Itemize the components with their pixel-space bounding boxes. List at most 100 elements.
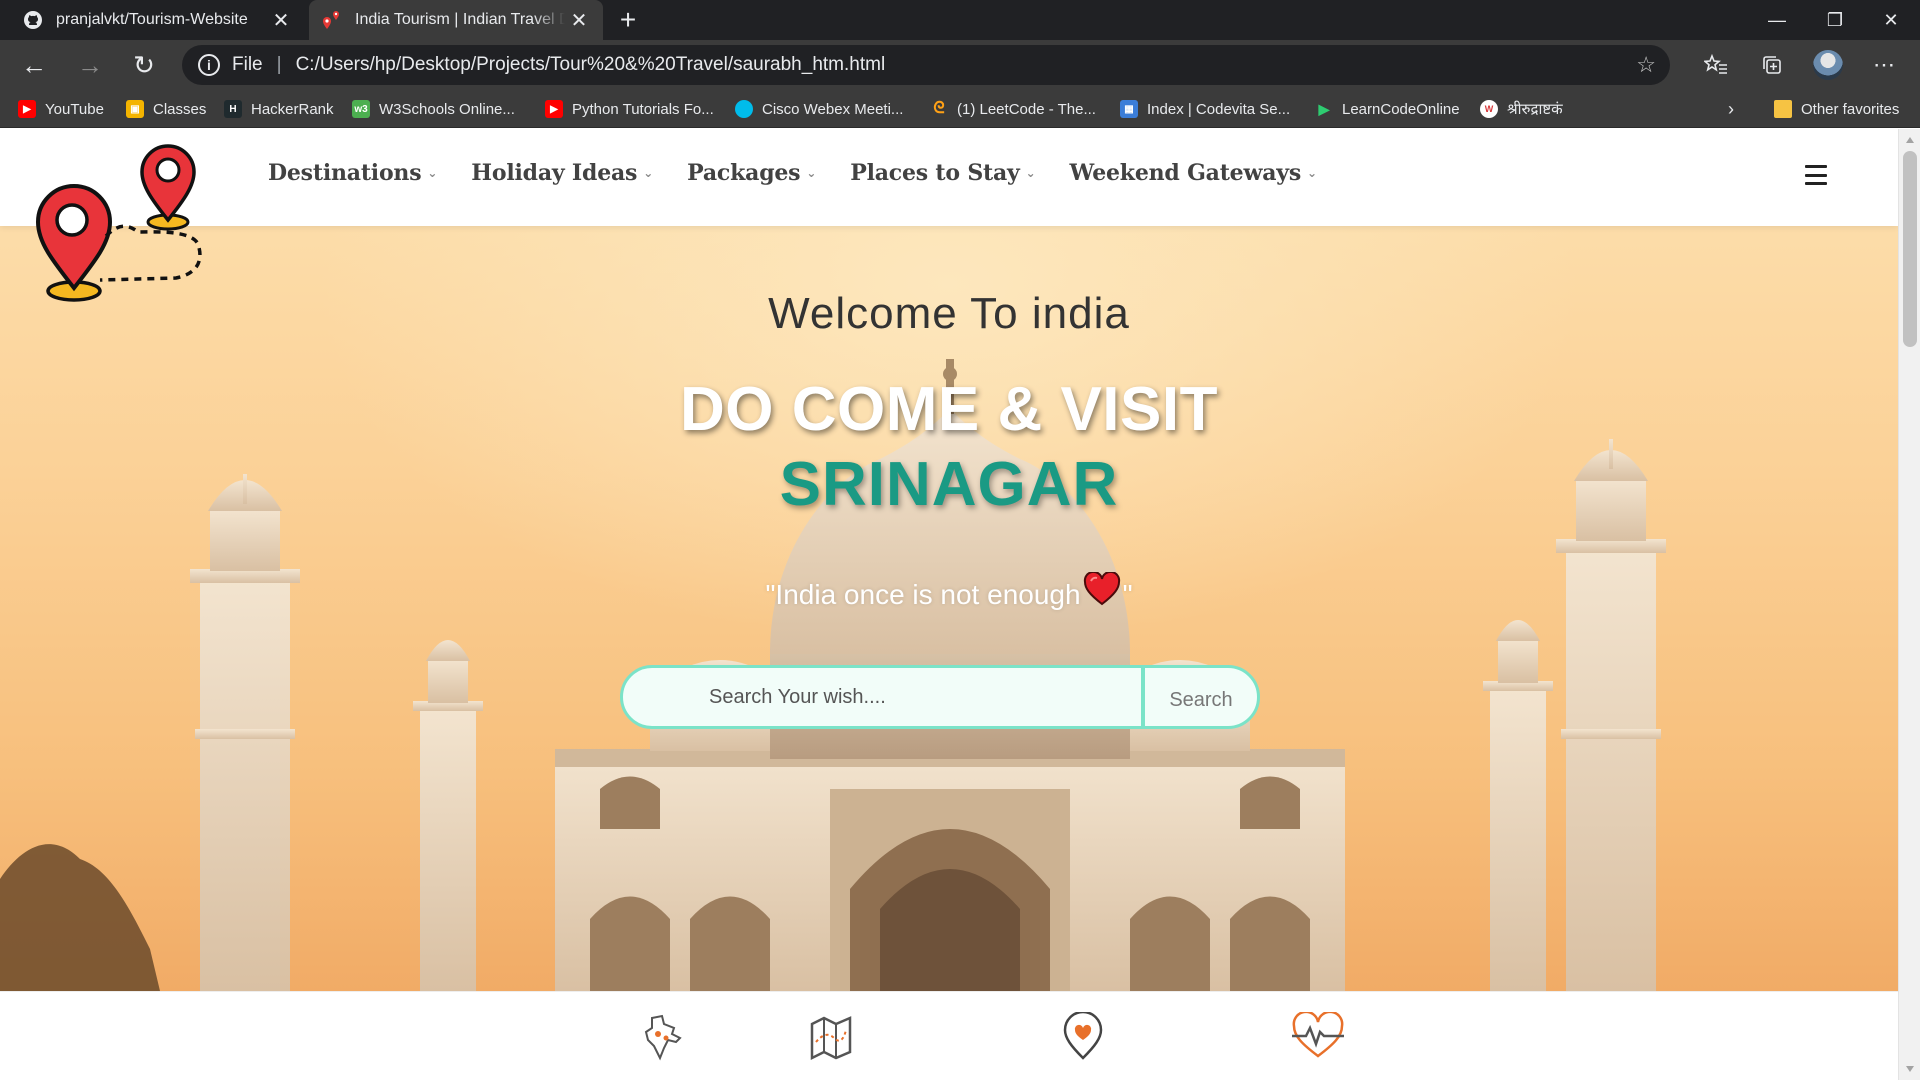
browser-tab-india-tourism[interactable]: India Tourism | Indian Travel Destinatio… bbox=[309, 0, 603, 40]
nav-places-to-stay[interactable]: Places to Stay ⌄ bbox=[850, 153, 1035, 193]
bookmark-label: Cisco Webex Meeti... bbox=[762, 100, 904, 118]
youtube-icon: ▶ bbox=[18, 100, 36, 118]
bookmark-label: LearnCodeOnline bbox=[1342, 100, 1460, 118]
browser-tab-strip: pranjalvkt/Tourism-Website ✕ India Touri… bbox=[0, 0, 1920, 40]
scrollbar-thumb[interactable] bbox=[1903, 151, 1917, 347]
chevron-down-icon: ⌄ bbox=[806, 166, 817, 180]
reload-icon[interactable]: ↻ bbox=[124, 45, 164, 85]
address-bar[interactable]: i File | C:/Users/hp/Desktop/Projects/To… bbox=[182, 45, 1670, 85]
bookmark-leetcode[interactable]: ᘓ (1) LeetCode - The... bbox=[930, 90, 1096, 128]
restore-button[interactable]: ❐ bbox=[1806, 0, 1864, 40]
learncodeonline-icon: ▶ bbox=[1318, 100, 1330, 117]
collections-icon[interactable] bbox=[1752, 45, 1792, 85]
bookmark-hackerrank[interactable]: H HackerRank bbox=[224, 90, 334, 128]
search-button[interactable]: Search bbox=[1142, 665, 1260, 729]
india-map-icon[interactable] bbox=[634, 1012, 690, 1062]
folder-icon bbox=[1774, 100, 1792, 118]
more-menu-icon[interactable]: ⋯ bbox=[1864, 45, 1904, 85]
hero-section: Welcome To india DO COME & VISIT SRINAGA… bbox=[0, 129, 1898, 991]
url-scheme: File bbox=[232, 54, 263, 75]
tagline-quote: "India once is not enough " bbox=[0, 571, 1898, 613]
quote-text: "India once is not enough bbox=[765, 579, 1081, 610]
hamburger-menu-icon[interactable] bbox=[1805, 165, 1827, 185]
nav-label: Packages bbox=[687, 160, 801, 186]
webex-icon bbox=[735, 100, 753, 118]
chevron-down-icon: ⌄ bbox=[643, 166, 654, 180]
bookmark-label: W3Schools Online... bbox=[379, 100, 515, 118]
forward-arrow-icon[interactable]: → bbox=[70, 45, 110, 85]
bookmark-label: Classes bbox=[153, 100, 207, 118]
youtube-icon: ▶ bbox=[545, 100, 563, 118]
bookmark-youtube[interactable]: ▶ YouTube bbox=[18, 90, 104, 128]
bookmark-rudrashtakam[interactable]: W श्रीरुद्राष्टकं bbox=[1480, 90, 1563, 128]
folded-map-icon[interactable] bbox=[806, 1012, 862, 1062]
bookmark-w3schools[interactable]: w3 W3Schools Online... bbox=[352, 90, 515, 128]
chevron-down-icon: ⌄ bbox=[427, 166, 438, 180]
nav-destinations[interactable]: Destinations ⌄ bbox=[268, 153, 437, 193]
browser-toolbar: ← → ↻ i File | C:/Users/hp/Desktop/Proje… bbox=[0, 40, 1920, 90]
location-heart-icon[interactable] bbox=[1055, 1012, 1111, 1062]
codevita-icon: ▦ bbox=[1120, 100, 1138, 118]
heart-icon bbox=[1083, 571, 1121, 613]
minimize-button[interactable]: — bbox=[1748, 0, 1806, 40]
bookmark-learncodeonline[interactable]: ▶ LearnCodeOnline bbox=[1315, 90, 1460, 128]
bookmark-classes[interactable]: ▣ Classes bbox=[126, 90, 206, 128]
close-tab-icon[interactable]: ✕ bbox=[267, 6, 295, 34]
welcome-heading: Welcome To india bbox=[768, 289, 1130, 338]
profile-avatar[interactable] bbox=[1808, 45, 1848, 85]
main-nav: Destinations ⌄ Holiday Ideas ⌄ Packages ⌄ P… bbox=[268, 153, 1351, 193]
bookmark-other-favorites[interactable]: Other favorites bbox=[1774, 90, 1899, 128]
nav-packages[interactable]: Packages ⌄ bbox=[687, 153, 816, 193]
bookmark-label: Python Tutorials Fo... bbox=[572, 100, 714, 118]
nav-holiday-ideas[interactable]: Holiday Ideas ⌄ bbox=[471, 153, 653, 193]
w3schools-icon: w3 bbox=[352, 100, 370, 118]
back-arrow-icon[interactable]: ← bbox=[14, 45, 54, 85]
search-input[interactable] bbox=[620, 665, 1144, 729]
close-window-button[interactable]: ✕ bbox=[1862, 0, 1920, 40]
heartbeat-icon[interactable] bbox=[1290, 1012, 1346, 1062]
chevron-down-icon: ⌄ bbox=[1307, 166, 1317, 180]
bookmark-python-tutorials[interactable]: ▶ Python Tutorials Fo... bbox=[545, 90, 714, 128]
bookmark-label: YouTube bbox=[45, 100, 104, 118]
nav-label: Weekend Gateways bbox=[1069, 160, 1302, 186]
bookmark-label: (1) LeetCode - The... bbox=[957, 100, 1096, 118]
bookmark-label: Index | Codevita Se... bbox=[1147, 100, 1291, 118]
site-logo[interactable] bbox=[26, 134, 206, 306]
chevron-down-icon: ⌄ bbox=[1025, 166, 1036, 180]
nav-weekend-gateways[interactable]: Weekend Gateways ⌄ bbox=[1069, 153, 1317, 193]
info-icon[interactable]: i bbox=[198, 54, 220, 76]
nav-label: Places to Stay bbox=[850, 160, 1020, 186]
browser-tab-github[interactable]: pranjalvkt/Tourism-Website ✕ bbox=[0, 0, 305, 40]
search-form: Search bbox=[620, 665, 1260, 729]
leetcode-icon: ᘓ bbox=[933, 100, 945, 117]
map-pin-icon bbox=[321, 9, 343, 31]
bookmark-codevita[interactable]: ▦ Index | Codevita Se... bbox=[1120, 90, 1290, 128]
page-scrollbar[interactable] bbox=[1898, 129, 1920, 1080]
featured-city: SRINAGAR bbox=[779, 450, 1119, 519]
tab-title: India Tourism | Indian Travel Destinatio… bbox=[355, 11, 565, 28]
nav-label: Holiday Ideas bbox=[471, 160, 638, 186]
scroll-down-icon[interactable] bbox=[1906, 1066, 1914, 1072]
chevron-right-icon[interactable]: › bbox=[1728, 90, 1734, 128]
classroom-icon: ▣ bbox=[126, 100, 144, 118]
star-icon[interactable]: ☆ bbox=[1636, 52, 1656, 78]
scroll-up-icon[interactable] bbox=[1906, 137, 1914, 143]
new-tab-button[interactable]: + bbox=[612, 4, 644, 36]
bookmark-label: Other favorites bbox=[1801, 100, 1900, 118]
url-text[interactable]: C:/Users/hp/Desktop/Projects/Tour%20&%20… bbox=[296, 54, 886, 76]
url-separator: | bbox=[276, 54, 282, 75]
quote-close: " bbox=[1122, 579, 1133, 610]
favorites-icon[interactable] bbox=[1696, 45, 1736, 85]
nav-label: Destinations bbox=[268, 160, 422, 186]
close-tab-icon[interactable]: ✕ bbox=[565, 6, 593, 34]
wordpress-icon: W bbox=[1480, 100, 1498, 118]
bookmark-label: HackerRank bbox=[251, 100, 334, 118]
taj-mahal-image bbox=[0, 359, 1666, 991]
site-header: Destinations ⌄ Holiday Ideas ⌄ Packages ⌄ P… bbox=[0, 129, 1898, 226]
bookmark-webex[interactable]: Cisco Webex Meeti... bbox=[735, 90, 903, 128]
page-viewport: Welcome To india DO COME & VISIT SRINAGA… bbox=[0, 129, 1898, 1080]
hackerrank-icon: H bbox=[224, 100, 242, 118]
tab-title: pranjalvkt/Tourism-Website bbox=[56, 11, 248, 28]
headline: DO COME & VISIT bbox=[680, 375, 1218, 444]
bookmarks-bar: ▶ YouTube ▣ Classes H HackerRank w3 W3Sc… bbox=[0, 90, 1920, 128]
